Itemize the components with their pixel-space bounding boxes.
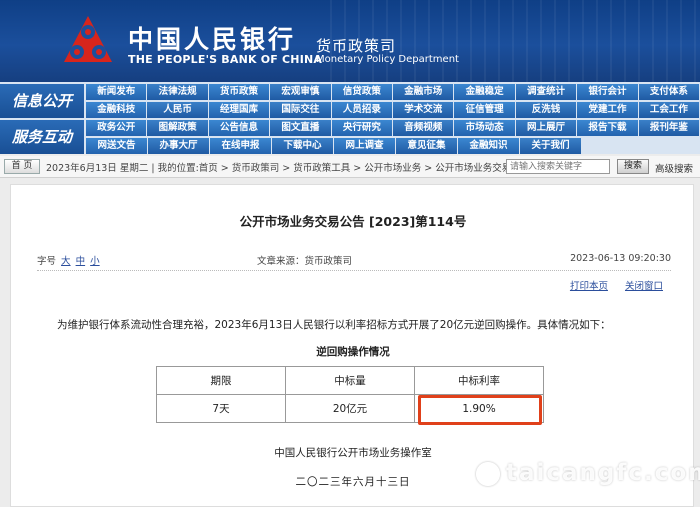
nav-row: 新闻发布 法律法规 货币政策 宏观审慎 信贷政策 金融市场 金融稳定 调查统计 银行会计 支付体系 — [86, 84, 700, 100]
nav-item[interactable]: 在线申报 — [210, 138, 271, 154]
nav-item[interactable]: 经理国库 — [208, 102, 270, 118]
header-amount: 中标量 — [285, 366, 415, 395]
nav-item[interactable]: 央行研究 — [331, 120, 393, 136]
font-size-label: 字号 — [37, 256, 57, 267]
site-header: 中国人民银行 THE PEOPLE'S BANK OF CHINA 货币政策司 … — [0, 0, 700, 82]
nav-item[interactable]: 党建工作 — [577, 102, 638, 118]
main-navigation: 信息公开 服务互动 新闻发布 法律法规 货币政策 宏观审慎 信贷政策 金融市场 金融稳定 调查… — [0, 82, 700, 154]
nav-item[interactable]: 人民币 — [147, 102, 208, 118]
signoff: 中国人民银行公开市场业务操作室 — [274, 447, 432, 459]
nav-item[interactable]: 金融市场 — [393, 84, 454, 100]
nav-item[interactable]: 支付体系 — [638, 84, 700, 100]
cell-amount: 20亿元 — [285, 394, 415, 423]
header-term: 期限 — [156, 366, 286, 395]
rate-highlight-box — [418, 395, 542, 425]
article-meta: 字号 大 中 小 文章来源：货币政策司 2023-06-13 09:20:30 — [37, 253, 671, 267]
breadcrumb: 2023年6月13日 星期二 | 我的位置:首页 > 货币政策司 > 货币政策工… — [46, 163, 531, 174]
nav-item[interactable]: 市场动态 — [454, 120, 515, 136]
meta-divider — [37, 270, 671, 271]
nav-item[interactable]: 关于我们 — [520, 138, 581, 154]
table-title: 逆回购操作情况 — [316, 346, 390, 358]
nav-item[interactable]: 国际交往 — [270, 102, 331, 118]
nav-item[interactable]: 网上调查 — [334, 138, 395, 154]
nav-item[interactable]: 图文直播 — [270, 120, 331, 136]
nav-item[interactable]: 宏观审慎 — [270, 84, 331, 100]
search-input[interactable] — [506, 159, 610, 174]
nav-row: 政务公开 图解政策 公告信息 图文直播 央行研究 音频视频 市场动态 网上展厅 报告下载 报刊年鉴 — [86, 120, 700, 136]
nav-item[interactable]: 办事大厅 — [148, 138, 209, 154]
nav-item[interactable]: 公告信息 — [208, 120, 270, 136]
article-actions: 打印本页 关闭窗口 — [556, 278, 663, 292]
nav-item[interactable]: 人员招录 — [331, 102, 393, 118]
nav-item[interactable]: 工会工作 — [638, 102, 700, 118]
publish-date: 2023-06-13 09:20:30 — [570, 253, 671, 264]
home-button[interactable]: 首 页 — [4, 159, 40, 174]
nav-item[interactable]: 意见征集 — [396, 138, 457, 154]
article-title: 公开市场业务交易公告 [2023]第114号 — [239, 214, 467, 229]
nav-item[interactable]: 信贷政策 — [331, 84, 393, 100]
department-name-en: Monetary Policy Department — [316, 54, 459, 65]
nav-item[interactable]: 调查统计 — [515, 84, 577, 100]
nav-item[interactable]: 政务公开 — [86, 120, 147, 136]
header-rate: 中标利率 — [414, 366, 544, 395]
nav-item[interactable]: 网上展厅 — [515, 120, 577, 136]
close-window-link[interactable]: 关闭窗口 — [625, 281, 663, 292]
advanced-search-link[interactable]: 高级搜索 — [655, 161, 693, 175]
font-size-large[interactable]: 大 — [61, 256, 71, 267]
nav-item[interactable]: 图解政策 — [147, 120, 208, 136]
nav-item[interactable]: 金融知识 — [458, 138, 519, 154]
font-size-medium[interactable]: 中 — [76, 256, 86, 267]
nav-item[interactable]: 货币政策 — [208, 84, 270, 100]
bank-name-en: THE PEOPLE'S BANK OF CHINA — [128, 53, 323, 66]
nav-item[interactable]: 音频视频 — [393, 120, 454, 136]
nav-item[interactable]: 下载中心 — [272, 138, 333, 154]
nav-item[interactable]: 法律法规 — [147, 84, 208, 100]
print-link[interactable]: 打印本页 — [570, 281, 608, 292]
nav-item[interactable]: 金融科技 — [86, 102, 147, 118]
nav-item[interactable]: 报刊年鉴 — [638, 120, 700, 136]
nav-item[interactable]: 学术交流 — [393, 102, 454, 118]
nav-band-info-disclosure: 信息公开 — [0, 84, 84, 118]
bank-name-cn: 中国人民银行 — [128, 25, 297, 54]
nav-item[interactable]: 报告下载 — [577, 120, 638, 136]
pboc-logo-icon — [64, 16, 112, 62]
nav-row: 网送文告 办事大厅 在线申报 下载中心 网上调查 意见征集 金融知识 关于我们 — [86, 138, 700, 154]
search-button[interactable]: 搜索 — [617, 159, 649, 174]
article-panel: 公开市场业务交易公告 [2023]第114号 字号 大 中 小 文章来源：货币政… — [10, 184, 694, 507]
nav-item[interactable]: 银行会计 — [577, 84, 638, 100]
table-header-row: 期限 中标量 中标利率 — [156, 366, 544, 395]
watermark-face-icon — [476, 462, 500, 486]
breadcrumb-bar: 首 页 2023年6月13日 星期二 | 我的位置:首页 > 货币政策司 > 货… — [0, 156, 700, 178]
nav-item[interactable]: 金融稳定 — [454, 84, 515, 100]
nav-band-service-interaction: 服务互动 — [0, 120, 84, 154]
nav-row: 金融科技 人民币 经理国库 国际交往 人员招录 学术交流 征信管理 反洗钱 党建工作 工会工作 — [86, 102, 700, 118]
nav-item[interactable]: 网送文告 — [86, 138, 147, 154]
nav-item[interactable]: 新闻发布 — [86, 84, 147, 100]
watermark: taicangfc.com — [506, 460, 700, 486]
font-size-selector: 字号 大 中 小 — [37, 253, 100, 267]
nav-item[interactable]: 反洗钱 — [515, 102, 577, 118]
article-source: 文章来源：货币政策司 — [257, 256, 353, 267]
font-size-small[interactable]: 小 — [90, 256, 100, 267]
department-name-cn: 货币政策司 — [316, 37, 397, 55]
article-paragraph: 为维护银行体系流动性合理充裕，2023年6月13日人民银行以利率招标方式开展了2… — [57, 319, 611, 331]
nav-item[interactable]: 征信管理 — [454, 102, 515, 118]
cell-term: 7天 — [156, 394, 286, 423]
